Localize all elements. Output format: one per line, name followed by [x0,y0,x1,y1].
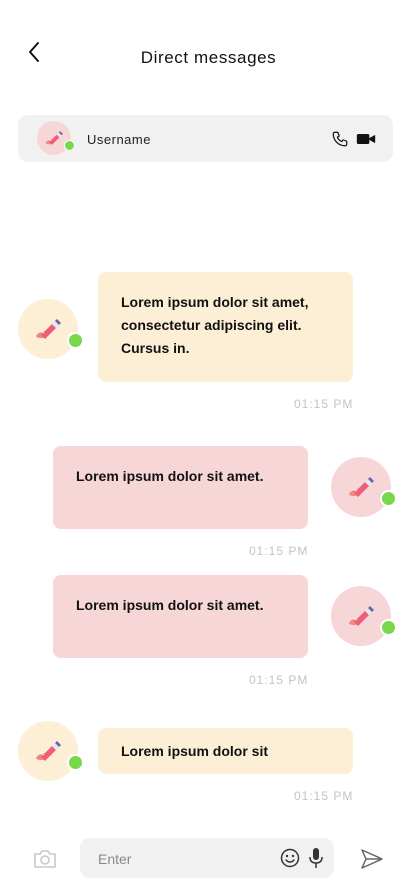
message-bubble-outgoing[interactable]: Lorem ipsum dolor sit amet. [53,446,308,529]
contact-bar[interactable]: Username [18,115,393,162]
video-call-button[interactable] [356,130,376,148]
sender-avatar[interactable] [18,721,84,781]
sender-avatar[interactable] [331,457,397,517]
message-bubble-incoming[interactable]: Lorem ipsum dolor sit amet, consectetur … [98,272,353,382]
message-bubble-outgoing[interactable]: Lorem ipsum dolor sit amet. [53,575,308,658]
message-line: Lorem ipsum dolor sit [121,743,269,759]
send-button[interactable] [360,848,384,870]
phone-icon [332,131,348,147]
camera-button[interactable] [33,848,57,870]
message-timestamp: 01:15 PM [249,673,309,687]
online-status-dot [380,619,397,636]
send-icon [361,849,383,869]
call-button[interactable] [331,130,349,148]
pencil-sticker-icon [35,740,62,762]
message-input[interactable] [96,848,270,870]
video-camera-icon [356,134,376,144]
pencil-sticker-icon [348,605,375,627]
message-bubble-incoming[interactable]: Lorem ipsum dolor sit [98,728,353,774]
message-line: Cursus in. [121,340,190,356]
camera-icon [34,850,56,868]
smiley-icon [280,848,300,868]
message-timestamp: 01:15 PM [294,789,354,803]
message-line: consectetur adipiscing elit. [121,317,302,333]
microphone-icon [309,848,323,868]
emoji-button[interactable] [280,848,300,868]
online-status-dot [64,140,75,151]
message-line: Lorem ipsum dolor sit amet. [76,597,264,613]
page-title: Direct messages [140,48,277,67]
online-status-dot [380,490,397,507]
message-line: Lorem ipsum dolor sit amet. [76,468,264,484]
microphone-button[interactable] [308,847,324,869]
message-timestamp: 01:15 PM [294,397,354,411]
online-status-dot [67,332,84,349]
pencil-sticker-icon [45,130,64,146]
message-line: Lorem ipsum dolor sit amet, [121,294,309,310]
sender-avatar[interactable] [18,299,84,359]
sender-avatar[interactable] [331,586,397,646]
message-input-container [80,838,334,878]
contact-username: Username [87,132,151,147]
pencil-sticker-icon [35,318,62,340]
message-timestamp: 01:15 PM [249,544,309,558]
pencil-sticker-icon [348,476,375,498]
avatar[interactable] [37,121,75,155]
online-status-dot [67,754,84,771]
